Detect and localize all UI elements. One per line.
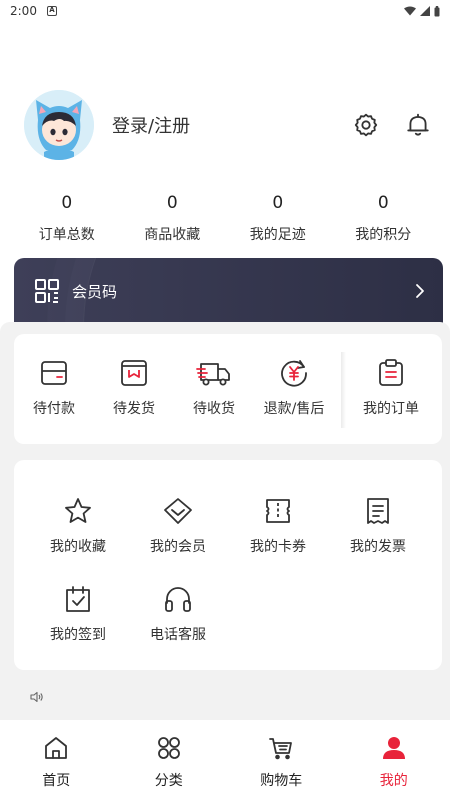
order-pending-receipt[interactable]: 待收货 <box>174 356 254 418</box>
service-label: 电话客服 <box>150 627 206 643</box>
order-pending-shipment[interactable]: 待发货 <box>94 356 174 418</box>
order-label: 退款/售后 <box>263 401 325 417</box>
tab-categories[interactable]: 分类 <box>113 720 226 800</box>
profile-header: 登录/注册 <box>24 90 434 160</box>
receipt-icon <box>367 498 389 524</box>
stat-orders[interactable]: 0 订单总数 <box>14 190 120 244</box>
headset-icon <box>165 587 191 612</box>
services-card: 我的收藏 我的会员 我的卡券 我的发票 我的签到 电话客服 <box>14 460 442 670</box>
settings-button[interactable] <box>352 111 380 139</box>
order-label: 我的订单 <box>363 401 419 417</box>
stat-value: 0 <box>272 193 284 213</box>
grid-icon <box>157 737 180 759</box>
service-my-coupons[interactable]: 我的卡券 <box>228 494 328 556</box>
speaker-indicator <box>30 688 44 707</box>
status-time: 2:00 <box>10 4 37 18</box>
member-code-label: 会员码 <box>72 282 118 301</box>
notification-a-icon: A <box>46 6 57 16</box>
user-icon <box>382 737 405 759</box>
order-pending-payment[interactable]: 待付款 <box>14 356 94 418</box>
ticket-icon <box>266 499 290 523</box>
clipboard-icon <box>379 359 403 386</box>
stat-favorites[interactable]: 0 商品收藏 <box>120 190 226 244</box>
order-refund-aftersale[interactable]: 退款/售后 <box>254 356 334 418</box>
orders-card: 待付款 待发货 待收货 退款/售后 我的订单 <box>14 334 442 444</box>
cat-hood-avatar-icon <box>24 90 94 160</box>
tab-home[interactable]: 首页 <box>0 720 113 800</box>
calendar-check-icon <box>66 586 90 612</box>
wifi-icon <box>404 6 416 16</box>
service-my-membership[interactable]: 我的会员 <box>128 494 228 556</box>
order-my-orders[interactable]: 我的订单 <box>351 356 431 418</box>
order-label: 待收货 <box>193 401 235 417</box>
order-label: 待付款 <box>33 401 75 417</box>
status-bar: 2:00 A <box>0 0 450 22</box>
stat-points[interactable]: 0 我的积分 <box>331 190 437 244</box>
service-my-checkin[interactable]: 我的签到 <box>28 582 128 644</box>
star-icon <box>65 498 91 523</box>
service-my-favorites[interactable]: 我的收藏 <box>28 494 128 556</box>
delivery-truck-icon <box>196 363 230 386</box>
notifications-button[interactable] <box>404 111 432 139</box>
service-my-invoices[interactable]: 我的发票 <box>328 494 428 556</box>
speaker-icon <box>30 691 43 703</box>
avatar[interactable] <box>24 90 94 160</box>
signal-icon <box>420 6 430 16</box>
battery-icon <box>434 5 440 16</box>
order-label: 待发货 <box>113 401 155 417</box>
tab-label: 我的 <box>379 773 408 789</box>
bottom-tab-bar: 首页 分类 购物车 我的 <box>0 720 450 800</box>
tab-label: 首页 <box>42 773 71 789</box>
stat-value: 0 <box>61 193 73 213</box>
stat-label: 商品收藏 <box>144 227 201 243</box>
gear-icon <box>354 113 378 137</box>
stat-label: 我的积分 <box>355 227 412 243</box>
stat-footprints[interactable]: 0 我的足迹 <box>225 190 331 244</box>
service-label: 我的会员 <box>150 539 206 555</box>
qr-code-icon <box>35 279 59 303</box>
stat-label: 我的足迹 <box>249 227 306 243</box>
tab-cart[interactable]: 购物车 <box>225 720 338 800</box>
home-icon <box>45 737 68 759</box>
service-label: 我的收藏 <box>50 539 106 555</box>
stat-value: 0 <box>166 193 178 213</box>
wallet-card-icon <box>41 361 67 385</box>
status-icons <box>404 5 440 17</box>
tab-label: 购物车 <box>260 773 303 789</box>
stat-value: 0 <box>377 193 389 213</box>
bell-icon <box>407 113 429 136</box>
yuan-refund-icon <box>281 360 307 387</box>
service-label: 我的发票 <box>350 539 406 555</box>
chevron-right-icon <box>416 284 424 298</box>
service-label: 我的卡券 <box>250 539 306 555</box>
cart-icon <box>269 738 293 760</box>
order-divider <box>341 352 346 428</box>
login-register-link[interactable]: 登录/注册 <box>112 112 190 138</box>
tab-label: 分类 <box>154 773 183 789</box>
service-label: 我的签到 <box>50 627 106 643</box>
tab-mine[interactable]: 我的 <box>338 720 450 800</box>
content-panel: 待付款 待发货 待收货 退款/售后 我的订单 我的收藏 我的会员 我的卡券 我的… <box>0 322 450 720</box>
stats-row: 0 订单总数 0 商品收藏 0 我的足迹 0 我的积分 <box>14 190 436 244</box>
service-phone-support[interactable]: 电话客服 <box>128 582 228 644</box>
diamond-icon <box>164 498 192 524</box>
package-box-icon <box>121 360 147 386</box>
stat-label: 订单总数 <box>38 227 95 243</box>
